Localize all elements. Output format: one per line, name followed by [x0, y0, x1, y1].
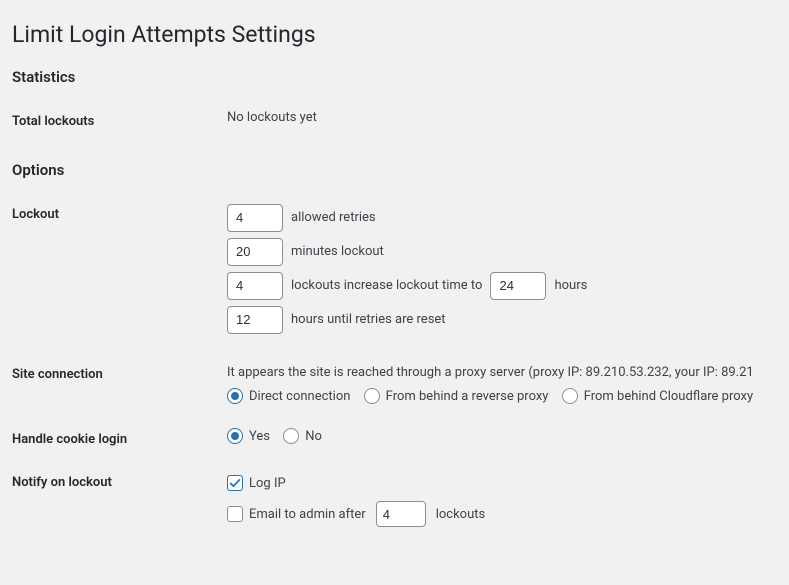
- statistics-table: Total lockouts No lockouts yet: [12, 104, 769, 147]
- lockout-label: Lockout: [12, 197, 227, 357]
- statistics-heading: Statistics: [12, 68, 769, 86]
- minutes-lockout-text: minutes lockout: [291, 244, 384, 259]
- site-connection-cloudflare-radio[interactable]: [562, 388, 578, 404]
- site-connection-cloudflare-label: From behind Cloudflare proxy: [584, 389, 753, 404]
- cookie-login-no-radio[interactable]: [283, 428, 299, 444]
- options-heading: Options: [12, 161, 769, 179]
- log-ip-checkbox[interactable]: [227, 475, 243, 491]
- checkmark-icon: [228, 476, 242, 490]
- cookie-login-yes-radio[interactable]: [227, 428, 243, 444]
- options-table: Lockout allowed retries minutes lockout …: [12, 197, 769, 552]
- site-connection-label: Site connection: [12, 357, 227, 423]
- email-admin-suffix: lockouts: [436, 507, 486, 522]
- email-admin-prefix: Email to admin after: [249, 507, 366, 522]
- allowed-retries-text: allowed retries: [291, 210, 376, 225]
- total-lockouts-value: No lockouts yet: [227, 104, 769, 147]
- site-connection-direct-radio[interactable]: [227, 388, 243, 404]
- site-connection-description: It appears the site is reached through a…: [227, 363, 769, 383]
- minutes-lockout-input[interactable]: [227, 238, 283, 266]
- notify-label: Notify on lockout: [12, 465, 227, 551]
- site-connection-direct-label: Direct connection: [249, 389, 350, 404]
- cookie-login-yes-label: Yes: [249, 429, 270, 444]
- page-title: Limit Login Attempts Settings: [12, 20, 769, 50]
- cookie-login-label: Handle cookie login: [12, 422, 227, 465]
- reset-text: hours until retries are reset: [291, 312, 446, 327]
- allowed-retries-input[interactable]: [227, 204, 283, 232]
- lockouts-increase-input[interactable]: [227, 272, 283, 300]
- hours-input[interactable]: [490, 272, 546, 300]
- total-lockouts-label: Total lockouts: [12, 104, 227, 147]
- lockouts-increase-text: lockouts increase lockout time to: [291, 278, 482, 293]
- hours-text: hours: [554, 278, 587, 293]
- reset-hours-input[interactable]: [227, 306, 283, 334]
- email-admin-checkbox[interactable]: [227, 506, 243, 522]
- cookie-login-no-label: No: [305, 429, 322, 444]
- log-ip-label: Log IP: [249, 476, 286, 491]
- site-connection-reverse-label: From behind a reverse proxy: [386, 389, 549, 404]
- email-after-input[interactable]: [376, 501, 426, 527]
- site-connection-reverse-radio[interactable]: [364, 388, 380, 404]
